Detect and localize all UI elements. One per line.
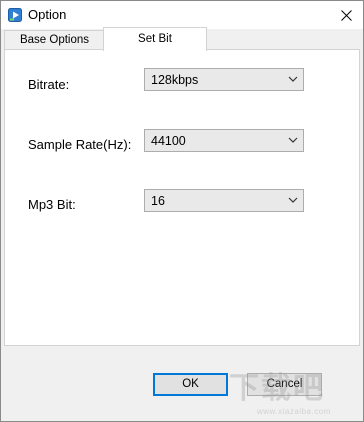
sample-rate-select[interactable]: 44100	[144, 129, 304, 152]
mp3-bit-label: Mp3 Bit:	[28, 197, 76, 212]
ok-button[interactable]: OK	[153, 373, 228, 396]
title-bar[interactable]: Option	[1, 1, 363, 29]
close-icon	[340, 9, 352, 21]
bitrate-select[interactable]: 128kbps	[144, 68, 304, 91]
cancel-button[interactable]: Cancel	[247, 373, 322, 396]
close-button[interactable]	[329, 1, 363, 29]
sample-rate-label: Sample Rate(Hz):	[28, 137, 132, 152]
app-icon	[8, 8, 22, 22]
tab-base-options[interactable]: Base Options	[4, 30, 105, 50]
bitrate-value: 128kbps	[151, 73, 199, 87]
sample-rate-value: 44100	[151, 134, 186, 148]
mp3-bit-select[interactable]: 16	[144, 189, 304, 212]
option-dialog: Option Base Options Set Bit Bitrate: 128…	[0, 0, 364, 422]
chevron-down-icon	[288, 197, 298, 203]
tab-set-bit[interactable]: Set Bit	[103, 27, 207, 51]
set-bit-panel: Bitrate: 128kbps Sample Rate(Hz): 44100 …	[4, 49, 360, 346]
chevron-down-icon	[288, 76, 298, 82]
window-title: Option	[28, 7, 67, 22]
dialog-footer: OK Cancel	[1, 347, 363, 421]
bitrate-label: Bitrate:	[28, 77, 70, 92]
chevron-down-icon	[288, 137, 298, 143]
mp3-bit-value: 16	[151, 194, 165, 208]
